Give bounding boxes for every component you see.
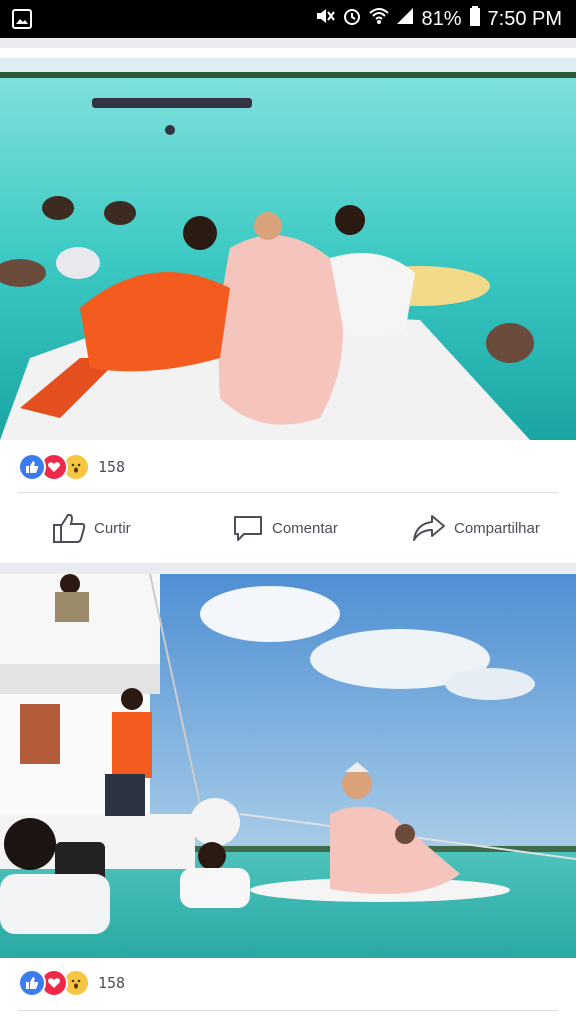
feed-post: 158 — [0, 574, 576, 1024]
feed-post: 158 Curtir Comentar Compartilhar — [0, 48, 576, 563]
status-bar: 81% 7:50 PM — [0, 0, 576, 38]
like-reaction-icon — [18, 969, 46, 997]
clock: 7:50 PM — [487, 7, 562, 30]
post-actions: Curtir Comentar Compartilhar — [0, 498, 576, 558]
like-reaction-icon — [18, 453, 46, 481]
reaction-summary[interactable]: 158 — [18, 452, 125, 482]
reaction-count: 158 — [98, 974, 126, 992]
comment-label: Comentar — [272, 519, 338, 537]
battery-icon — [469, 6, 481, 32]
mute-icon — [315, 7, 336, 31]
wifi-icon — [369, 7, 390, 31]
gallery-icon — [12, 9, 32, 34]
post-photo[interactable] — [0, 58, 576, 440]
comment-button[interactable]: Comentar — [232, 498, 338, 558]
share-button[interactable]: Compartilhar — [412, 498, 540, 558]
comment-icon — [232, 512, 264, 544]
battery-percent: 81% — [421, 7, 462, 30]
signal-icon — [396, 7, 414, 31]
post-photo[interactable] — [0, 574, 576, 958]
reaction-summary[interactable]: 158 — [18, 968, 125, 998]
share-icon — [412, 512, 446, 544]
like-button[interactable]: Curtir — [52, 498, 131, 558]
thumbs-up-icon — [52, 512, 86, 544]
divider — [18, 492, 558, 493]
share-label: Compartilhar — [454, 519, 540, 537]
alarm-icon — [342, 6, 362, 32]
divider — [18, 1010, 558, 1011]
like-label: Curtir — [94, 519, 131, 537]
reaction-count: 158 — [98, 458, 126, 476]
